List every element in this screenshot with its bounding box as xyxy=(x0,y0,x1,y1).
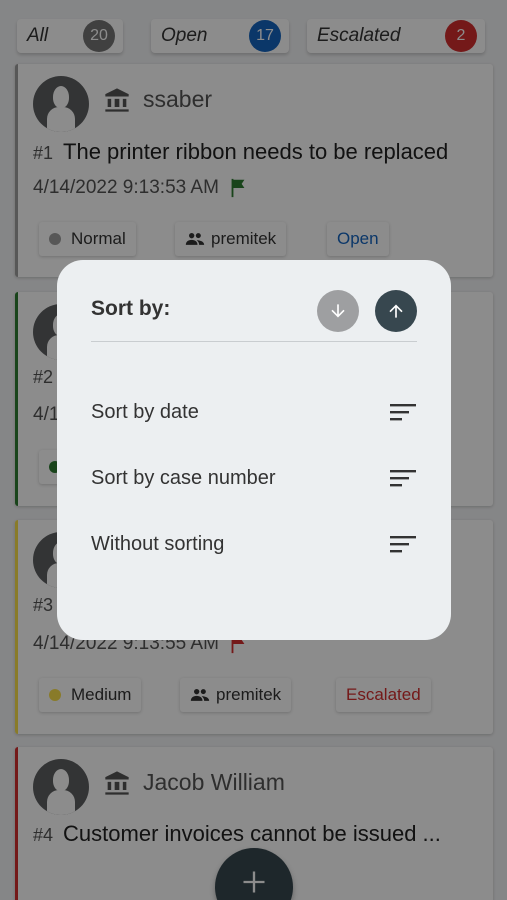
sort-by-case-number-option[interactable]: Sort by case number xyxy=(57,452,451,504)
sort-option-label: Sort by case number xyxy=(91,466,276,489)
sort-ascending-button[interactable] xyxy=(375,290,417,332)
arrow-up-icon xyxy=(389,304,403,318)
sort-by-date-option[interactable]: Sort by date xyxy=(57,386,451,438)
arrow-down-icon xyxy=(331,304,345,318)
dialog-divider xyxy=(91,341,417,342)
sort-dialog: Sort by: Sort by date Sort by case numbe… xyxy=(57,260,451,640)
sort-option-label: Without sorting xyxy=(91,532,225,555)
sort-lines-icon xyxy=(390,404,416,421)
sort-dialog-title: Sort by: xyxy=(91,297,171,320)
sort-lines-icon xyxy=(390,536,416,553)
sort-option-label: Sort by date xyxy=(91,400,199,423)
sort-descending-button[interactable] xyxy=(317,290,359,332)
without-sorting-option[interactable]: Without sorting xyxy=(57,518,451,570)
sort-lines-icon xyxy=(390,470,416,487)
